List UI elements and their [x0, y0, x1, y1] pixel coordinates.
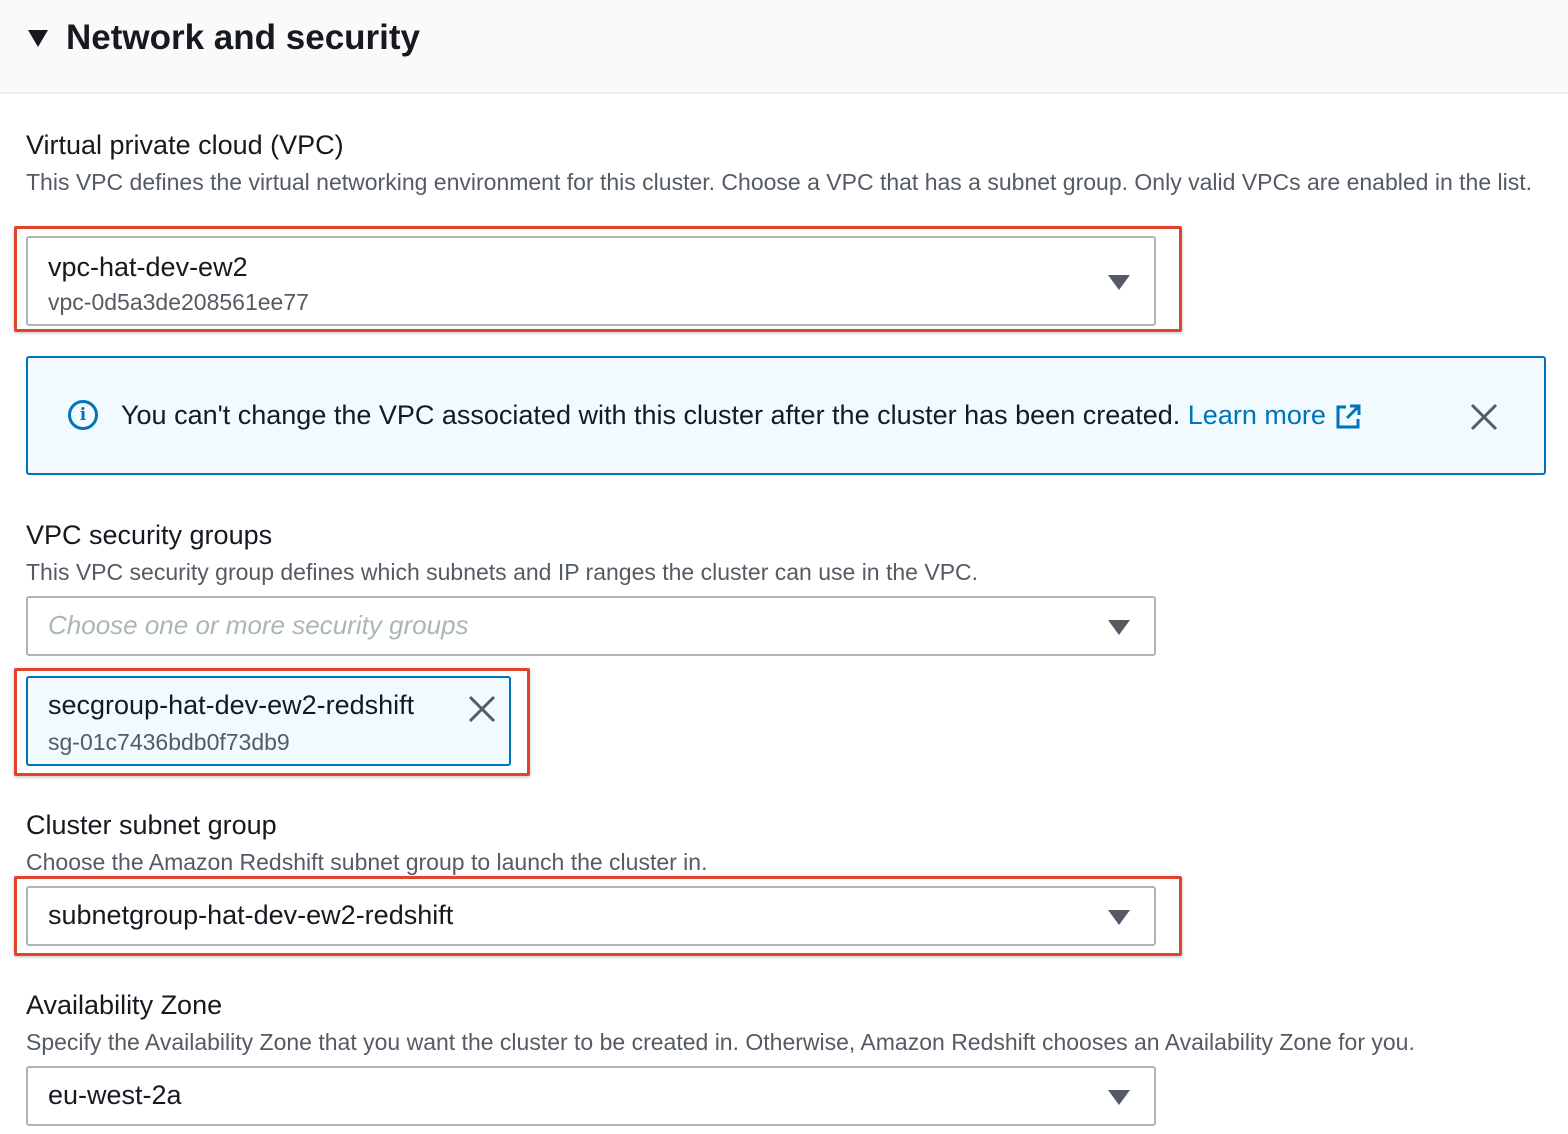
section-header[interactable]: Network and security [0, 0, 1568, 94]
vpc-description: This VPC defines the virtual networking … [26, 169, 1533, 195]
security-groups-label: VPC security groups [26, 520, 273, 550]
subnet-group-description: Choose the Amazon Redshift subnet group … [26, 849, 708, 875]
vpc-info-alert: i You can't change the VPC associated wi… [26, 356, 1546, 475]
security-groups-select[interactable]: Choose one or more security groups [26, 596, 1156, 656]
subnet-group-label: Cluster subnet group [26, 810, 277, 840]
close-icon[interactable] [1470, 403, 1498, 431]
alert-message: You can't change the VPC associated with… [121, 400, 1188, 430]
vpc-label: Virtual private cloud (VPC) [26, 130, 344, 160]
section-title: Network and security [66, 18, 420, 57]
info-icon: i [68, 400, 98, 430]
security-groups-placeholder: Choose one or more security groups [48, 610, 469, 640]
security-groups-description: This VPC security group defines which su… [26, 559, 979, 585]
highlight-box-subnet-group [14, 876, 1182, 956]
dropdown-arrow-icon [1108, 620, 1130, 635]
highlight-box-vpc [14, 226, 1182, 332]
dropdown-arrow-icon [1108, 1090, 1130, 1105]
learn-more-label: Learn more [1187, 400, 1326, 430]
learn-more-link[interactable]: Learn more [1188, 400, 1362, 430]
alert-text: You can't change the VPC associated with… [121, 398, 1362, 432]
availability-zone-selected: eu-west-2a [48, 1080, 182, 1110]
availability-zone-description: Specify the Availability Zone that you w… [26, 1029, 1415, 1055]
caret-down-icon[interactable] [28, 30, 48, 47]
external-link-icon [1336, 404, 1361, 429]
availability-zone-select[interactable]: eu-west-2a [26, 1066, 1156, 1126]
highlight-box-security-group [14, 668, 530, 776]
availability-zone-label: Availability Zone [26, 990, 223, 1020]
